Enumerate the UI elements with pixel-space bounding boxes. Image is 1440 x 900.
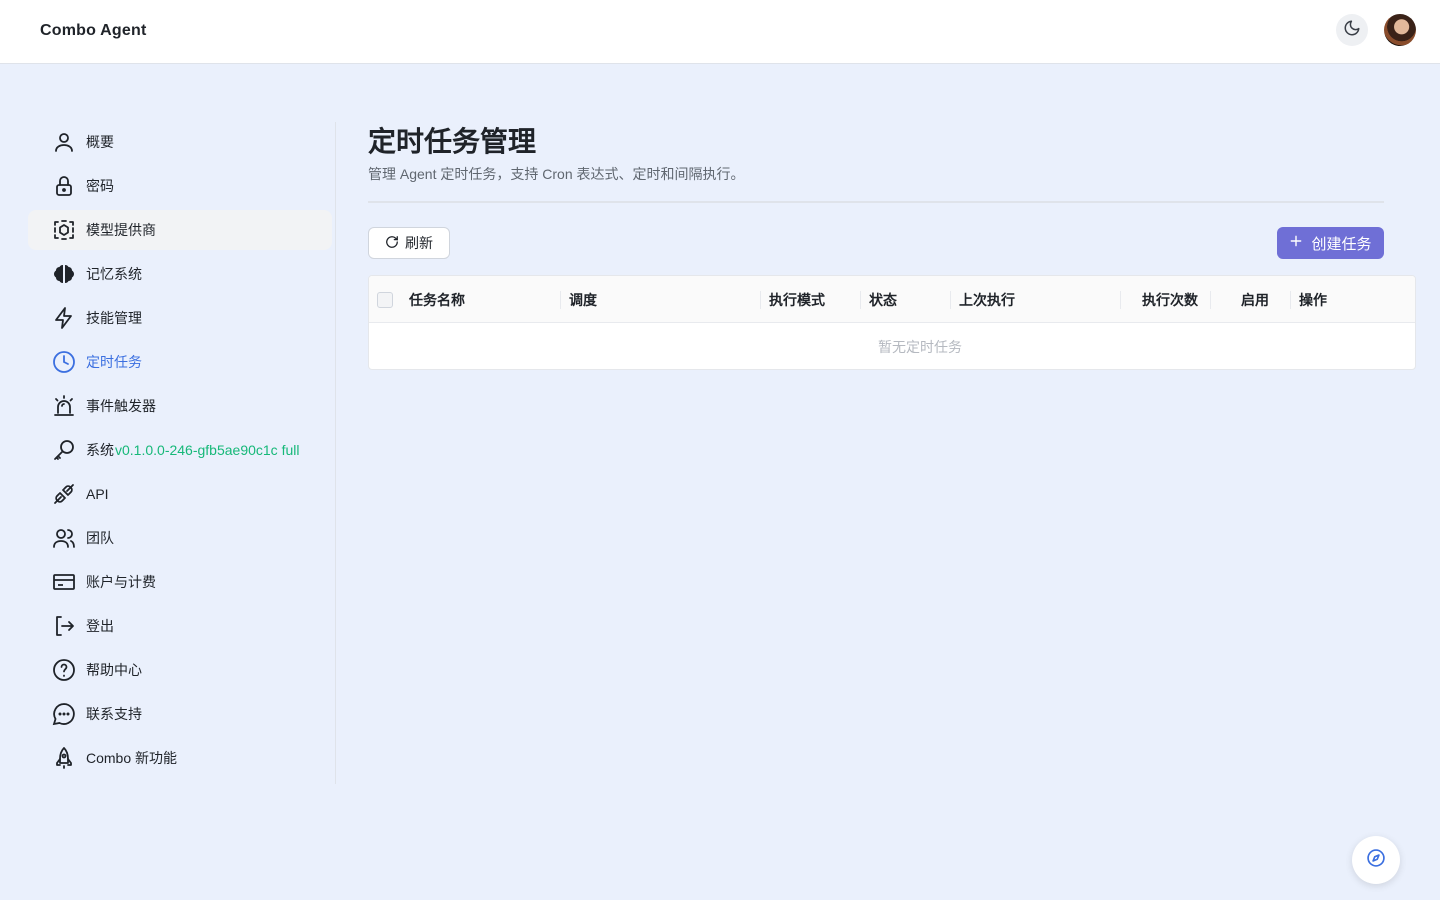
sidebar-item-label: 模型提供商: [86, 222, 156, 238]
bolt-icon: [52, 306, 76, 330]
sidebar-item-label: 帮助中心: [86, 662, 142, 678]
plus-icon: [1289, 234, 1303, 252]
sidebar-divider: [335, 122, 336, 784]
sidebar-item-label: 账户与计费: [86, 574, 156, 590]
sidebar-item-label: 事件触发器: [86, 398, 156, 414]
create-task-button[interactable]: 创建任务: [1277, 227, 1384, 259]
moon-icon: [1343, 19, 1361, 42]
select-all-checkbox[interactable]: [377, 292, 393, 308]
sidebar-item-label: 密码: [86, 178, 114, 194]
sidebar-item-billing[interactable]: 账户与计费: [28, 562, 332, 602]
page-title: 定时任务管理: [368, 126, 537, 157]
alarm-siren-icon: [52, 394, 76, 418]
sidebar-item-event-triggers[interactable]: 事件触发器: [28, 386, 332, 426]
version-text: v0.1.0.0-246-gfb5ae90c1c full: [115, 442, 300, 458]
credit-card-icon: [52, 570, 76, 594]
table-header: 任务名称 调度 执行模式 状态 上次执行 执行次数 启用 操作: [369, 276, 1415, 323]
header-divider: [368, 201, 1384, 203]
refresh-button[interactable]: 刷新: [368, 227, 450, 259]
sidebar-item-label: 记忆系统: [86, 266, 142, 282]
sidebar-item-whats-new[interactable]: Combo 新功能: [28, 738, 332, 778]
sidebar-item-model-providers[interactable]: 模型提供商: [28, 210, 332, 250]
logout-icon: [52, 614, 76, 638]
users-icon: [52, 526, 76, 550]
column-header-schedule[interactable]: 调度: [569, 276, 761, 323]
sidebar-item-label: 技能管理: [86, 310, 142, 326]
sidebar-item-password[interactable]: 密码: [28, 166, 332, 206]
sidebar-item-team[interactable]: 团队: [28, 518, 332, 558]
floating-compass-button[interactable]: [1352, 836, 1400, 884]
help-circle-icon: [52, 658, 76, 682]
cube-scan-icon: [52, 218, 76, 242]
refresh-icon: [385, 235, 399, 252]
top-bar: Combo Agent: [0, 0, 1440, 64]
create-task-label: 创建任务: [1311, 235, 1372, 253]
sidebar-item-scheduled-tasks[interactable]: 定时任务: [28, 342, 332, 382]
user-avatar[interactable]: [1384, 14, 1416, 46]
user-icon: [52, 130, 76, 154]
sidebar-item-help-center[interactable]: 帮助中心: [28, 650, 332, 690]
sidebar-item-system[interactable]: 系统 v0.1.0.0-246-gfb5ae90c1c full: [28, 430, 332, 470]
page-description: 管理 Agent 定时任务，支持 Cron 表达式、定时和间隔执行。: [368, 166, 745, 182]
sidebar-item-label: API: [86, 486, 109, 502]
chat-bubble-icon: [52, 702, 76, 726]
column-header-mode[interactable]: 执行模式: [769, 276, 861, 323]
sidebar-item-label: 定时任务: [86, 354, 142, 370]
brain-icon: [52, 262, 76, 286]
sidebar-item-memory[interactable]: 记忆系统: [28, 254, 332, 294]
theme-toggle-button[interactable]: [1336, 14, 1368, 46]
clock-icon: [52, 350, 76, 374]
sidebar-item-label: 系统: [86, 442, 114, 458]
column-header-name[interactable]: 任务名称: [409, 276, 561, 323]
sidebar-item-overview[interactable]: 概要: [28, 122, 332, 162]
sidebar-item-label: 登出: [86, 618, 114, 634]
refresh-label: 刷新: [405, 235, 433, 251]
column-header-enabled[interactable]: 启用: [1219, 276, 1291, 323]
column-header-last-run[interactable]: 上次执行: [959, 276, 1121, 323]
empty-state-text: 暂无定时任务: [878, 339, 962, 355]
sidebar-item-label: 团队: [86, 530, 114, 546]
sidebar-item-api[interactable]: API: [28, 474, 332, 514]
key-icon: [52, 438, 76, 462]
sidebar-item-skills[interactable]: 技能管理: [28, 298, 332, 338]
column-header-run-count[interactable]: 执行次数: [1129, 276, 1211, 323]
sidebar-item-label: 概要: [86, 134, 114, 150]
sidebar-item-label: Combo 新功能: [86, 750, 178, 766]
app-title: Combo Agent: [40, 22, 147, 39]
rocket-icon: [52, 746, 76, 770]
lock-icon: [52, 174, 76, 198]
tasks-table: 任务名称 调度 执行模式 状态 上次执行 执行次数 启用 操作 暂无定时任务: [368, 275, 1416, 370]
sidebar-item-label: 联系支持: [86, 706, 142, 722]
sidebar-nav: 概要 密码 模型提供商 记忆系统 技能管理 定时任务 事件触发器 系统 v0.1.…: [28, 122, 332, 782]
sidebar-item-contact-support[interactable]: 联系支持: [28, 694, 332, 734]
column-header-actions: 操作: [1299, 291, 1327, 308]
compass-icon: [1366, 848, 1386, 873]
plug-icon: [52, 482, 76, 506]
column-header-status[interactable]: 状态: [869, 276, 951, 323]
sidebar-item-logout[interactable]: 登出: [28, 606, 332, 646]
